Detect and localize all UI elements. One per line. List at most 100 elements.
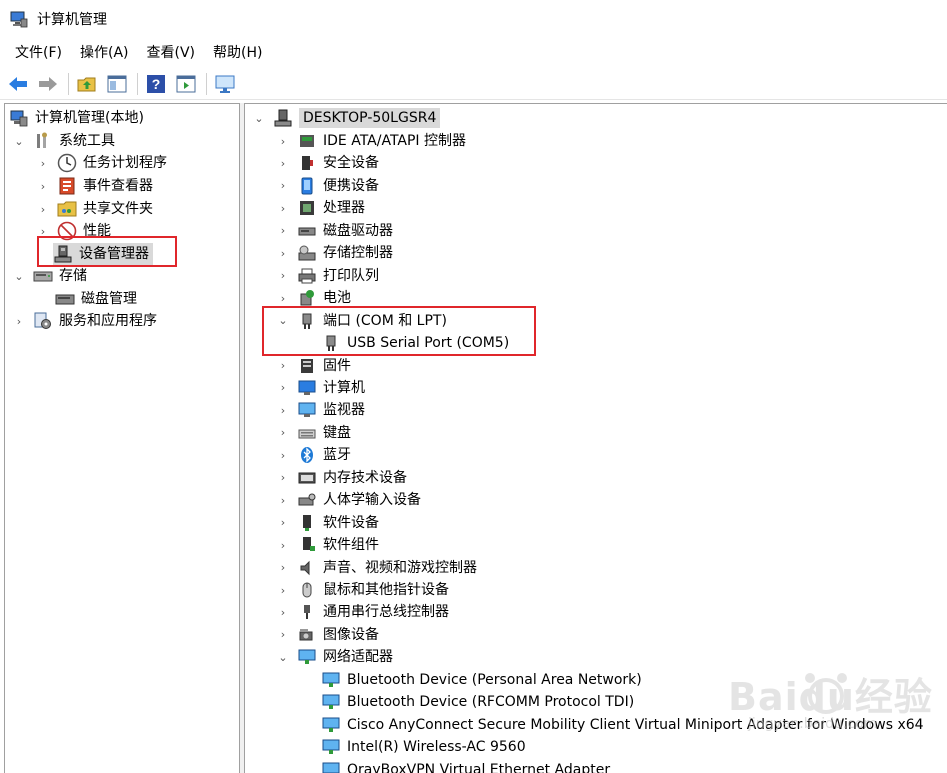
device-category[interactable]: › 人体学输入设备: [277, 489, 421, 511]
menu-action[interactable]: 操作(A): [71, 41, 138, 65]
device-category[interactable]: › 内存技术设备: [277, 467, 407, 489]
storage-icon: [33, 266, 53, 286]
device-item-label: Bluetooth Device (Personal Area Network): [347, 671, 642, 688]
keyboard-icon: [297, 423, 317, 443]
chevron-right-icon[interactable]: ›: [277, 179, 289, 192]
chevron-right-icon[interactable]: ›: [277, 247, 289, 260]
tree-item-event-viewer[interactable]: › 事件查看器: [37, 175, 153, 197]
device-item[interactable]: Bluetooth Device (Personal Area Network): [321, 669, 642, 691]
tree-item-storage[interactable]: ⌄ 存储: [13, 265, 87, 287]
device-category[interactable]: › IDE ATA/ATAPI 控制器: [277, 130, 466, 152]
device-category[interactable]: › 图像设备: [277, 624, 379, 646]
software-component-icon: [297, 535, 317, 555]
chevron-down-icon[interactable]: ⌄: [253, 112, 265, 125]
device-category[interactable]: › 鼠标和其他指针设备: [277, 579, 449, 601]
device-category[interactable]: › 软件组件: [277, 534, 379, 556]
ide-controller-icon: [297, 131, 317, 151]
chevron-right-icon[interactable]: ›: [277, 381, 289, 394]
chevron-right-icon[interactable]: ›: [277, 471, 289, 484]
mouse-icon: [297, 580, 317, 600]
chevron-right-icon[interactable]: ›: [37, 180, 49, 193]
device-category[interactable]: › 软件设备: [277, 512, 379, 534]
tree-item-system-tools[interactable]: ⌄ 系统工具: [13, 130, 115, 152]
device-category[interactable]: › 声音、视频和游戏控制器: [277, 557, 477, 579]
tree-item-label: 存储: [59, 268, 87, 284]
device-item[interactable]: OrayBoxVPN Virtual Ethernet Adapter: [321, 759, 610, 773]
tree-item-label: 事件查看器: [83, 178, 153, 194]
device-item-label: OrayBoxVPN Virtual Ethernet Adapter: [347, 761, 611, 773]
chevron-right-icon[interactable]: ›: [277, 628, 289, 641]
device-item[interactable]: Intel(R) Wireless-AC 9560: [321, 736, 526, 758]
chevron-right-icon[interactable]: ›: [277, 426, 289, 439]
device-category[interactable]: › 磁盘驱动器: [277, 220, 393, 242]
device-category[interactable]: › 安全设备: [277, 152, 379, 174]
device-category[interactable]: › 便携设备: [277, 175, 379, 197]
chevron-right-icon[interactable]: ›: [277, 584, 289, 597]
device-item[interactable]: Bluetooth Device (RFCOMM Protocol TDI): [321, 691, 634, 713]
chevron-right-icon[interactable]: ›: [277, 157, 289, 170]
tree-item-label: 磁盘管理: [81, 291, 137, 307]
chevron-right-icon[interactable]: ›: [277, 269, 289, 282]
device-category-label: 网络适配器: [323, 649, 393, 666]
tree-item-label: 系统工具: [59, 133, 115, 149]
shared-folder-icon: [57, 199, 77, 219]
menu-bar: 文件(F) 操作(A) 查看(V) 帮助(H): [0, 40, 947, 66]
title-bar: 计算机管理: [0, 0, 947, 38]
tree-root[interactable]: 计算机管理(本地): [9, 107, 144, 129]
device-category[interactable]: ⌄ 网络适配器: [277, 646, 393, 668]
chevron-right-icon[interactable]: ›: [277, 606, 289, 619]
chevron-right-icon[interactable]: ›: [277, 561, 289, 574]
device-category[interactable]: › 监视器: [277, 399, 365, 421]
toolbar-separator: [206, 72, 207, 95]
network-child-icon: [321, 670, 341, 690]
chevron-down-icon[interactable]: ⌄: [13, 135, 25, 148]
show-hide-tree-icon[interactable]: [105, 72, 129, 96]
help-icon[interactable]: ?: [144, 72, 168, 96]
menu-file[interactable]: 文件(F): [6, 41, 71, 65]
tree-item-task-scheduler[interactable]: › 任务计划程序: [37, 152, 167, 174]
network-child-icon: [321, 692, 341, 712]
device-category-label: 鼠标和其他指针设备: [323, 582, 449, 598]
chevron-right-icon[interactable]: ›: [37, 157, 49, 170]
chevron-right-icon[interactable]: ›: [277, 494, 289, 507]
forward-arrow-icon[interactable]: [36, 72, 60, 96]
device-category-label: 软件设备: [323, 514, 379, 531]
chevron-down-icon[interactable]: ⌄: [13, 270, 25, 283]
chevron-right-icon[interactable]: ›: [37, 203, 49, 216]
device-category[interactable]: › 通用串行总线控制器: [277, 601, 449, 623]
device-category[interactable]: › 存储控制器: [277, 242, 393, 264]
device-category[interactable]: › 键盘: [277, 422, 351, 444]
device-tree-root[interactable]: ⌄ DESKTOP-50LGSR4: [253, 107, 441, 129]
tree-item-shared-folders[interactable]: › 共享文件夹: [37, 198, 153, 220]
device-category[interactable]: › 处理器: [277, 197, 365, 219]
menu-view[interactable]: 查看(V): [138, 41, 205, 65]
chevron-right-icon[interactable]: ›: [277, 449, 289, 462]
sound-icon: [297, 558, 317, 578]
device-category[interactable]: › 固件: [277, 355, 351, 377]
device-category[interactable]: › 打印队列: [277, 265, 379, 287]
portable-device-icon: [297, 176, 317, 196]
event-viewer-icon: [57, 176, 77, 196]
security-device-icon: [297, 153, 317, 173]
menu-help[interactable]: 帮助(H): [204, 41, 271, 65]
tree-item-disk-management[interactable]: 磁盘管理: [55, 288, 137, 310]
chevron-down-icon[interactable]: ⌄: [277, 651, 289, 664]
chevron-right-icon[interactable]: ›: [277, 292, 289, 305]
chevron-right-icon[interactable]: ›: [277, 516, 289, 529]
memory-device-icon: [297, 468, 317, 488]
chevron-right-icon[interactable]: ›: [277, 359, 289, 372]
chevron-right-icon[interactable]: ›: [277, 202, 289, 215]
chevron-right-icon[interactable]: ›: [277, 404, 289, 417]
chevron-right-icon[interactable]: ›: [277, 224, 289, 237]
chevron-right-icon[interactable]: ›: [277, 539, 289, 552]
monitor-icon[interactable]: [213, 72, 237, 96]
tree-item-services-apps[interactable]: › 服务和应用程序: [13, 310, 157, 332]
chevron-right-icon[interactable]: ›: [277, 135, 289, 148]
clock-icon: [57, 153, 77, 173]
back-arrow-icon[interactable]: [6, 72, 30, 96]
device-category[interactable]: › 计算机: [277, 377, 365, 399]
properties-icon[interactable]: [174, 72, 198, 96]
chevron-right-icon[interactable]: ›: [13, 315, 25, 328]
device-category[interactable]: › 蓝牙: [277, 444, 351, 466]
up-folder-icon[interactable]: [75, 72, 99, 96]
